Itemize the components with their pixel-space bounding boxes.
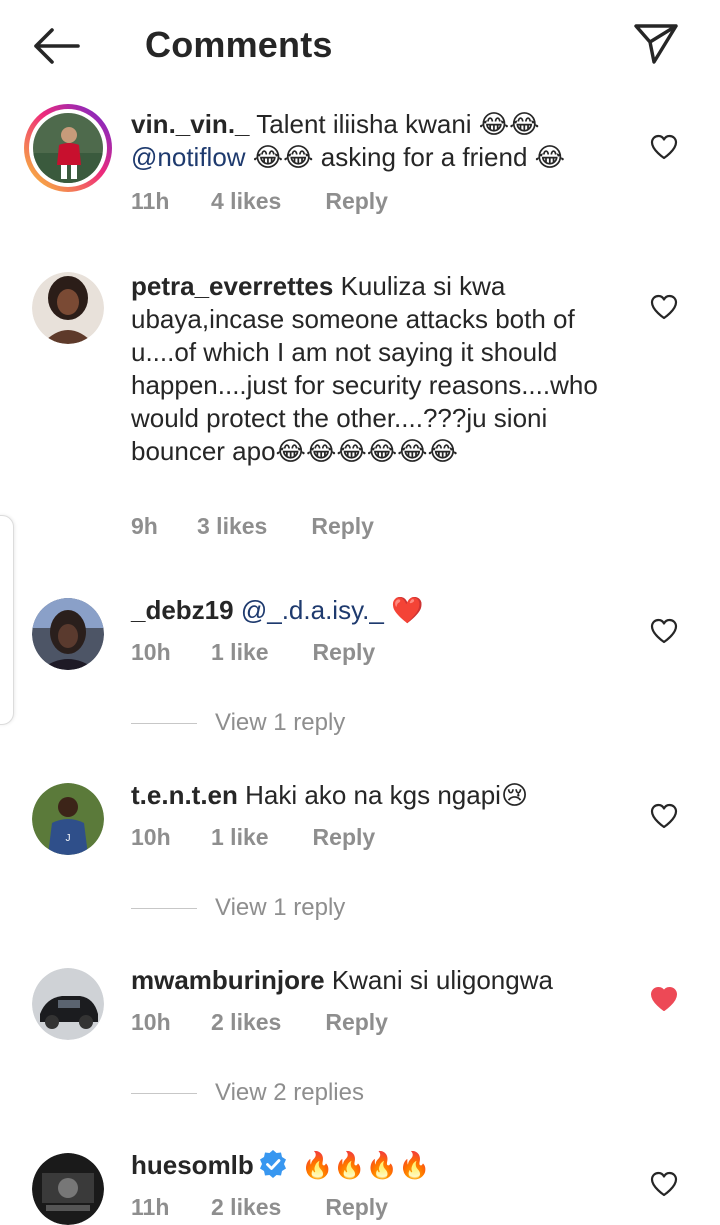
mention-link[interactable]: @_.d.a.isy._ — [241, 595, 384, 625]
comment-body: 🔥🔥🔥🔥 — [293, 1150, 431, 1180]
comment-username[interactable]: huesomlb — [131, 1150, 254, 1180]
comment-time: 10h — [131, 824, 171, 850]
comment-likes[interactable]: 2 likes — [211, 1009, 281, 1036]
arrow-left-icon — [34, 28, 80, 64]
heart-icon[interactable] — [650, 803, 678, 829]
reply-button[interactable]: Reply — [313, 639, 376, 666]
avatar[interactable]: J — [32, 783, 104, 855]
view-replies-button[interactable]: View 2 replies — [131, 1078, 364, 1108]
comment-time: 9h — [131, 513, 158, 539]
comment-body: 😂😂 asking for a friend 😂 — [245, 142, 566, 172]
view-replies-label: View 1 reply — [215, 709, 346, 736]
comment-time: 10h — [131, 639, 171, 665]
header-bar: Comments — [0, 0, 720, 92]
share-button[interactable] — [630, 18, 682, 68]
comment-username[interactable]: _debz19 — [131, 595, 234, 625]
divider-line — [131, 907, 197, 909]
comment-body: Haki ako na kgs ngapi😢 — [237, 780, 529, 810]
comment-username[interactable]: petra_everrettes — [131, 271, 333, 301]
back-button[interactable] — [30, 22, 82, 70]
reply-button[interactable]: Reply — [311, 513, 374, 540]
comment-likes[interactable]: 3 likes — [197, 513, 267, 540]
comment-likes[interactable]: 1 like — [211, 824, 269, 851]
comment-body: Kwani si uligongwa — [324, 965, 553, 995]
comment-body: ❤️ — [383, 595, 424, 625]
reply-button[interactable]: Reply — [313, 824, 376, 851]
heart-icon[interactable] — [650, 134, 678, 160]
avatar[interactable] — [32, 968, 104, 1040]
heart-icon[interactable] — [650, 294, 678, 320]
comment-meta: 11h 2 likes Reply — [131, 1194, 388, 1221]
view-replies-label: View 1 reply — [215, 894, 346, 921]
comment-likes[interactable]: 1 like — [211, 639, 269, 666]
view-replies-button[interactable]: View 1 reply — [131, 893, 345, 923]
paper-plane-icon — [634, 24, 678, 64]
comment-meta: 10h 2 likes Reply — [131, 1009, 388, 1036]
avatar[interactable] — [32, 272, 104, 344]
comment-username[interactable]: t.e.n.t.en — [131, 780, 238, 810]
comment-time: 11h — [131, 1194, 170, 1220]
comment-meta: 10h 1 like Reply — [131, 824, 375, 851]
comment-meta: 10h 1 like Reply — [131, 639, 375, 666]
comment-meta: 9h 3 likes Reply — [131, 513, 374, 540]
verified-badge-icon — [259, 1150, 286, 1178]
view-replies-button[interactable]: View 1 reply — [131, 708, 345, 738]
avatar[interactable] — [24, 104, 112, 192]
avatar-image — [32, 598, 104, 670]
avatar-image — [33, 113, 103, 183]
comment-body: Talent iliisha kwani 😂😂 — [256, 109, 540, 139]
heart-icon[interactable] — [650, 618, 678, 644]
avatar[interactable] — [32, 1153, 104, 1225]
heart-filled-icon[interactable] — [650, 986, 678, 1012]
divider-line — [131, 1092, 197, 1094]
comment-text: mwamburinjore Kwani si uligongwa — [131, 964, 631, 997]
comment-text: petra_everrettes Kuuliza si kwa ubaya,in… — [131, 270, 621, 468]
page-title: Comments — [145, 24, 333, 65]
view-replies-label: View 2 replies — [215, 1079, 364, 1106]
comment-text: t.e.n.t.en Haki ako na kgs ngapi😢 — [131, 779, 631, 812]
avatar-image — [32, 1153, 104, 1225]
reply-button[interactable]: Reply — [325, 188, 388, 215]
divider-line — [131, 722, 197, 724]
comment-time: 10h — [131, 1009, 171, 1035]
avatar-image — [32, 968, 104, 1040]
mention-link[interactable]: @notiflow — [131, 142, 246, 172]
avatar-image — [32, 272, 104, 344]
comment-time: 11h — [131, 188, 170, 214]
comment-likes[interactable]: 4 likes — [211, 188, 281, 215]
comment-text: vin._vin._ Talent iliisha kwani 😂😂 @noti… — [131, 108, 631, 174]
comment-meta: 11h 4 likes Reply — [131, 188, 388, 215]
reply-button[interactable]: Reply — [325, 1194, 388, 1221]
comment-text: _debz19 @_.d.a.isy._ ❤️ — [131, 594, 631, 627]
side-panel-handle[interactable] — [0, 515, 14, 725]
heart-icon[interactable] — [650, 1171, 678, 1197]
reply-button[interactable]: Reply — [325, 1009, 388, 1036]
avatar[interactable] — [32, 598, 104, 670]
comment-likes[interactable]: 2 likes — [211, 1194, 281, 1221]
avatar-image: J — [32, 783, 104, 855]
comment-text: huesomlb 🔥🔥🔥🔥 — [131, 1149, 631, 1182]
comment-username[interactable]: mwamburinjore — [131, 965, 325, 995]
comment-username[interactable]: vin._vin._ — [131, 109, 250, 139]
svg-text:J: J — [66, 833, 71, 844]
